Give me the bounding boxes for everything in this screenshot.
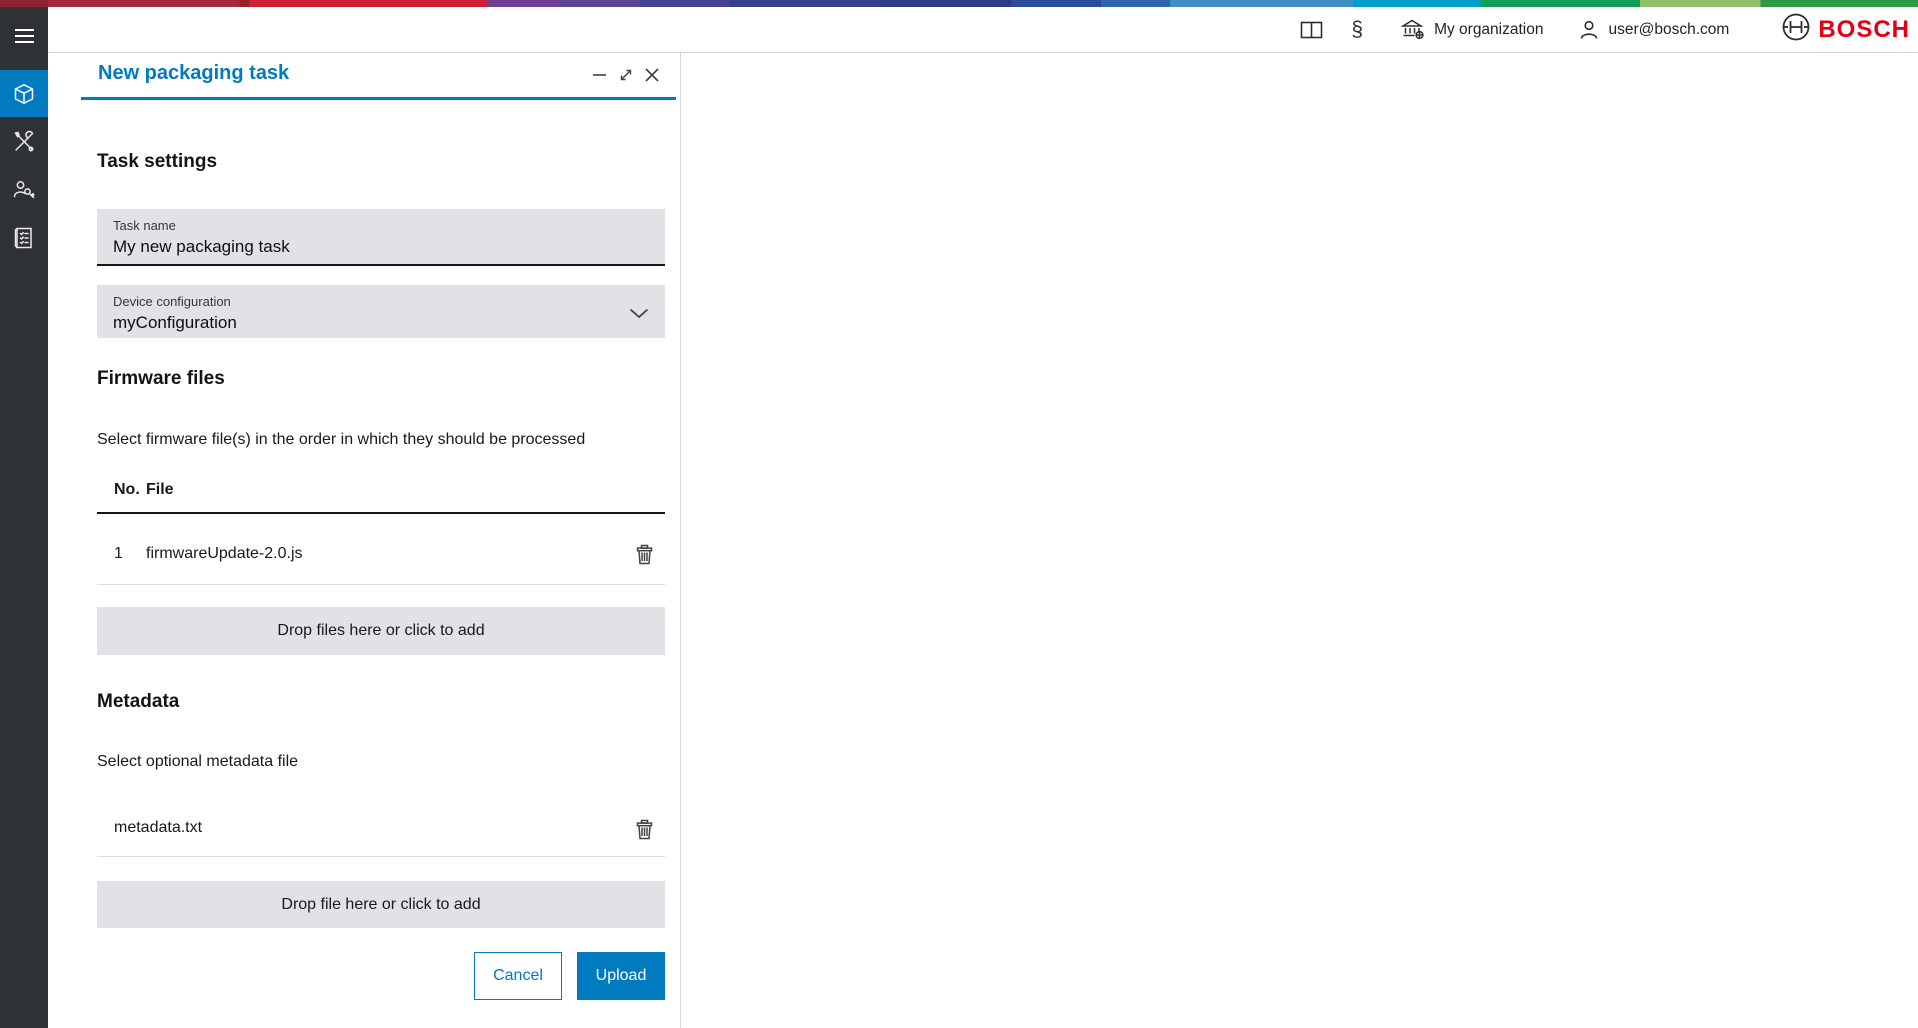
legal-section-sign[interactable]: §: [1351, 18, 1363, 42]
task-name-value: My new packaging task: [113, 237, 649, 257]
bosch-logo: BOSCH: [1781, 12, 1910, 47]
sidebar: [0, 7, 48, 1028]
minimize-icon[interactable]: [591, 66, 608, 83]
sidebar-item-reports[interactable]: [0, 214, 48, 261]
bosch-logo-mark-icon: [1781, 12, 1811, 47]
metadata-dropzone[interactable]: Drop file here or click to add: [97, 881, 665, 928]
bosch-wordmark: BOSCH: [1818, 16, 1910, 44]
device-configuration-label: Device configuration: [113, 294, 649, 309]
package-cube-icon: [12, 82, 36, 106]
main-content-area: [682, 53, 1918, 1028]
column-file: File: [146, 481, 174, 499]
new-packaging-task-dialog: New packaging task Task settings Task na…: [48, 53, 681, 1028]
delete-firmware-file-button[interactable]: [632, 542, 656, 566]
app-header: § My organization user@bosch.com: [48, 7, 1918, 53]
firmware-file-name: firmwareUpdate-2.0.js: [146, 545, 303, 563]
chevron-down-icon: [629, 306, 649, 324]
task-name-field[interactable]: Task name My new packaging task: [97, 209, 665, 266]
user-access-keys-icon: [12, 178, 36, 202]
upload-button[interactable]: Upload: [577, 952, 665, 1000]
user-email: user@bosch.com: [1608, 21, 1729, 39]
dialog-window-controls: [591, 66, 660, 83]
tools-icon: [12, 130, 36, 154]
metadata-file-name: metadata.txt: [114, 819, 202, 837]
sidebar-item-packaging-tasks[interactable]: [0, 70, 48, 117]
firmware-file-row: 1 firmwareUpdate-2.0.js: [97, 540, 665, 568]
metadata-description: Select optional metadata file: [97, 753, 665, 771]
dialog-title-underline: [81, 97, 676, 100]
bosch-supergraphic-strip: [0, 0, 1918, 7]
task-settings-heading: Task settings: [97, 151, 665, 173]
dialog-title: New packaging task: [98, 62, 289, 85]
firmware-files-heading: Firmware files: [97, 368, 665, 390]
firmware-row-divider: [97, 584, 665, 585]
device-configuration-value: myConfiguration: [113, 313, 649, 333]
organization-label: My organization: [1434, 21, 1543, 39]
organization-menu[interactable]: My organization: [1401, 18, 1543, 41]
checklist-document-icon: [13, 226, 35, 250]
user-menu[interactable]: user@bosch.com: [1579, 19, 1729, 40]
metadata-heading: Metadata: [97, 691, 665, 713]
resize-icon[interactable]: [617, 66, 634, 83]
firmware-description: Select firmware file(s) in the order in …: [97, 431, 665, 449]
firmware-table-header-rule: [97, 512, 665, 514]
device-configuration-select[interactable]: Device configuration myConfiguration: [97, 285, 665, 338]
close-icon[interactable]: [643, 66, 660, 83]
metadata-row-divider: [97, 856, 665, 857]
organization-bank-icon: [1401, 18, 1425, 41]
sidebar-item-tools[interactable]: [0, 118, 48, 165]
hamburger-menu-icon[interactable]: [0, 17, 48, 55]
delete-metadata-file-button[interactable]: [632, 817, 656, 841]
dialog-actions: Cancel Upload: [97, 952, 665, 1000]
firmware-dropzone[interactable]: Drop files here or click to add: [97, 607, 665, 655]
column-no: No.: [97, 481, 146, 499]
sidebar-item-user-access[interactable]: [0, 166, 48, 213]
user-icon: [1579, 19, 1599, 40]
firmware-table-header: No. File: [97, 481, 665, 499]
metadata-file-row: metadata.txt: [97, 813, 665, 843]
open-book-icon[interactable]: [1300, 20, 1323, 40]
cancel-button[interactable]: Cancel: [474, 952, 562, 1000]
task-name-label: Task name: [113, 218, 649, 233]
firmware-file-no: 1: [97, 545, 146, 563]
